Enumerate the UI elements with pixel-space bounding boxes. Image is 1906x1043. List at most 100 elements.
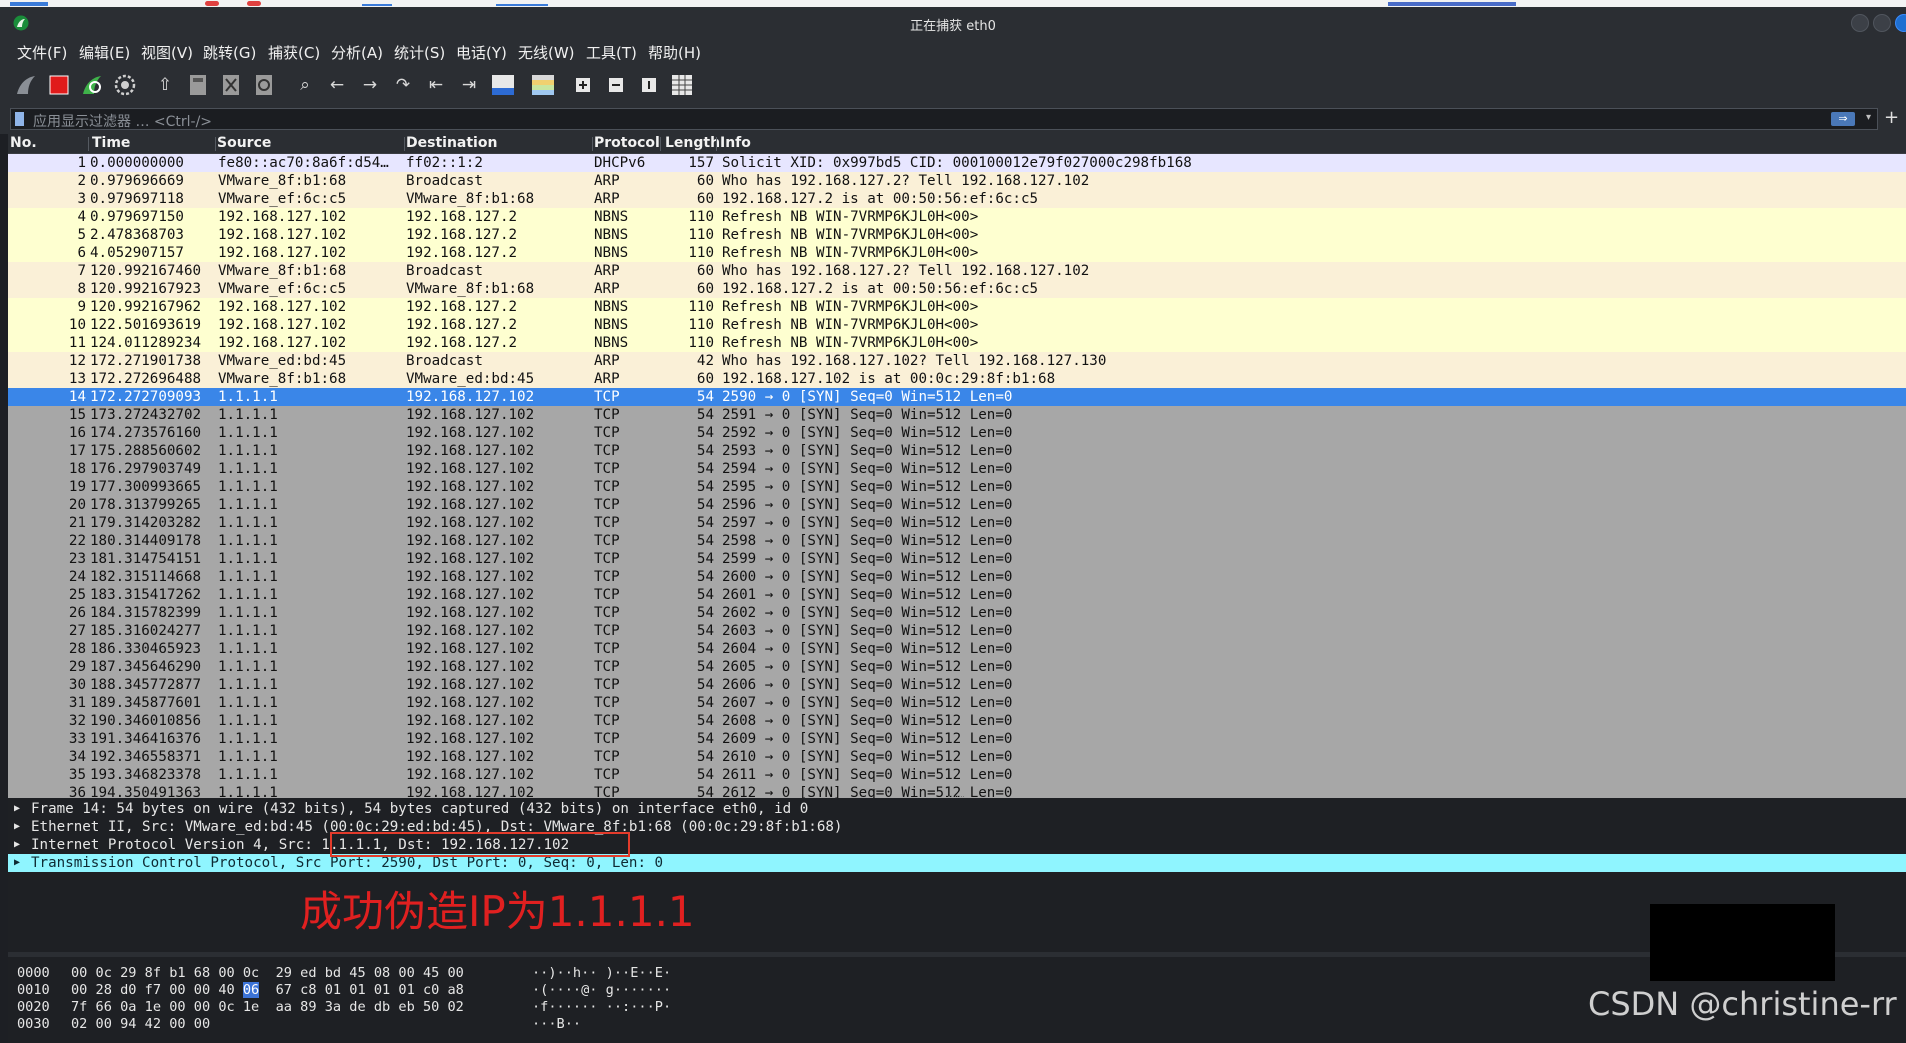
packet-list[interactable]: 1 0.000000000 fe80::ac70:8a6f:d54… ff02::1:…	[8, 154, 1906, 798]
packet-row[interactable]: 3 0.979697118 VMware_ef:6c:c5 VMware_8f:b1:…	[8, 190, 1906, 208]
display-filter-input[interactable]: 应用显示过滤器 … <Ctrl-/> ⇒ ▾	[10, 108, 1878, 130]
packet-row[interactable]: 10 122.501693619 192.168.127.102 192.168.12…	[8, 316, 1906, 334]
restart-capture-icon[interactable]	[79, 72, 105, 98]
maximize-window-button[interactable]	[1873, 14, 1891, 32]
filter-bookmark-icon[interactable]	[15, 112, 24, 126]
packet-row[interactable]: 22 180.314409178 1.1.1.1 192.168.127.102 TCP…	[8, 532, 1906, 550]
bytes-hex[interactable]: 7f 66 0a 1e 00 00 0c 1e aa 89 3a de db e…	[71, 999, 464, 1016]
auto-scroll-icon[interactable]	[490, 72, 516, 98]
menu-file[interactable]: 文件(F)	[17, 42, 67, 63]
menu-analyze[interactable]: 分析(A)	[331, 42, 383, 63]
packet-row[interactable]: 24 182.315114668 1.1.1.1 192.168.127.102 TCP…	[8, 568, 1906, 586]
resize-columns-icon[interactable]	[669, 72, 695, 98]
menu-wireless[interactable]: 无线(W)	[518, 42, 575, 63]
packet-info: 2612 → 0 [SYN] Seq=0 Win=512 Len=0	[722, 785, 1013, 798]
expand-arrow-icon[interactable]: ▶	[14, 836, 20, 854]
minimize-window-button[interactable]	[1851, 14, 1869, 32]
colorize-icon[interactable]	[530, 72, 556, 98]
expand-arrow-icon[interactable]: ▶	[14, 854, 20, 872]
packet-row[interactable]: 25 183.315417262 1.1.1.1 192.168.127.102 TCP…	[8, 586, 1906, 604]
expand-arrow-icon[interactable]: ▶	[14, 800, 20, 818]
menu-edit[interactable]: 编辑(E)	[79, 42, 130, 63]
go-forward-icon[interactable]: →	[357, 72, 383, 98]
stop-capture-icon[interactable]	[46, 72, 72, 98]
packet-row[interactable]: 16 174.273576160 1.1.1.1 192.168.127.102 TCP…	[8, 424, 1906, 442]
close-file-icon[interactable]	[218, 72, 244, 98]
packet-row[interactable]: 34 192.346558371 1.1.1.1 192.168.127.102 TCP…	[8, 748, 1906, 766]
packet-row[interactable]: 29 187.345646290 1.1.1.1 192.168.127.102 TCP…	[8, 658, 1906, 676]
packet-row[interactable]: 28 186.330465923 1.1.1.1 192.168.127.102 TCP…	[8, 640, 1906, 658]
detail-row-tcp[interactable]: ▶ Transmission Control Protocol, Src Por…	[8, 854, 1906, 872]
menu-statistics[interactable]: 统计(S)	[394, 42, 445, 63]
packet-row[interactable]: 4 0.979697150 192.168.127.102 192.168.127.2…	[8, 208, 1906, 226]
go-to-packet-icon[interactable]: ↷	[390, 72, 416, 98]
packet-row[interactable]: 31 189.345877601 1.1.1.1 192.168.127.102 TCP…	[8, 694, 1906, 712]
find-packet-icon[interactable]: ⌕	[292, 72, 318, 98]
first-packet-icon[interactable]: ⇤	[423, 72, 449, 98]
apply-filter-arrow-icon[interactable]: ⇒	[1831, 112, 1855, 126]
packet-protocol: TCP	[594, 551, 620, 567]
reload-file-icon[interactable]	[251, 72, 277, 98]
packet-row[interactable]: 12 172.271901738 VMware_ed:bd:45 Broadcast A…	[8, 352, 1906, 370]
packet-row[interactable]: 17 175.288560602 1.1.1.1 192.168.127.102 TCP…	[8, 442, 1906, 460]
detail-row-frame[interactable]: ▶ Frame 14: 54 bytes on wire (432 bits),…	[8, 800, 1906, 818]
zoom-in-icon[interactable]	[570, 72, 596, 98]
column-header-source[interactable]: Source	[217, 135, 271, 151]
detail-row-ipv4[interactable]: ▶ Internet Protocol Version 4, Src: 1.1.…	[8, 836, 1906, 854]
bytes-ascii[interactable]: ··)··h·· )··E··E·	[532, 965, 671, 982]
packet-row[interactable]: 23 181.314754151 1.1.1.1 192.168.127.102 TCP…	[8, 550, 1906, 568]
menu-view[interactable]: 视图(V)	[141, 42, 193, 63]
column-header-time[interactable]: Time	[92, 135, 130, 151]
column-header-length[interactable]: Length	[665, 135, 720, 151]
packet-row[interactable]: 35 193.346823378 1.1.1.1 192.168.127.102 TCP…	[8, 766, 1906, 784]
menu-help[interactable]: 帮助(H)	[648, 42, 701, 63]
close-window-button[interactable]	[1895, 14, 1906, 32]
packet-row[interactable]: 15 173.272432702 1.1.1.1 192.168.127.102 TCP…	[8, 406, 1906, 424]
packet-row[interactable]: 18 176.297903749 1.1.1.1 192.168.127.102 TCP…	[8, 460, 1906, 478]
bytes-hex[interactable]: 00 28 d0 f7 00 00 40 06 67 c8 01 01 01 0…	[71, 982, 464, 999]
shark-fin-start-icon[interactable]	[13, 72, 39, 98]
packet-row[interactable]: 9 120.992167962 192.168.127.102 192.168.127…	[8, 298, 1906, 316]
packet-row[interactable]: 27 185.316024277 1.1.1.1 192.168.127.102 TCP…	[8, 622, 1906, 640]
packet-row[interactable]: 32 190.346010856 1.1.1.1 192.168.127.102 TCP…	[8, 712, 1906, 730]
menu-capture[interactable]: 捕获(C)	[268, 42, 320, 63]
open-file-icon[interactable]: ⇧	[152, 72, 178, 98]
packet-row[interactable]: 2 0.979696669 VMware_8f:b1:68 Broadcast ARP 6…	[8, 172, 1906, 190]
packet-row[interactable]: 5 2.478368703 192.168.127.102 192.168.127.2…	[8, 226, 1906, 244]
packet-row[interactable]: 33 191.346416376 1.1.1.1 192.168.127.102 TCP…	[8, 730, 1906, 748]
packet-row[interactable]: 20 178.313799265 1.1.1.1 192.168.127.102 TCP…	[8, 496, 1906, 514]
column-header-protocol[interactable]: Protocol	[594, 135, 660, 151]
filter-history-chevron-down-icon[interactable]: ▾	[1866, 112, 1871, 123]
expand-arrow-icon[interactable]: ▶	[14, 818, 20, 836]
bytes-ascii[interactable]: ···B··	[532, 1016, 581, 1033]
packet-row[interactable]: 19 177.300993665 1.1.1.1 192.168.127.102 TCP…	[8, 478, 1906, 496]
normal-size-icon[interactable]	[636, 72, 662, 98]
bytes-hex[interactable]: 00 0c 29 8f b1 68 00 0c 29 ed bd 45 08 0…	[71, 965, 464, 982]
go-back-icon[interactable]: ←	[324, 72, 350, 98]
packet-row[interactable]: 7 120.992167460 VMware_8f:b1:68 Broadcast AR…	[8, 262, 1906, 280]
bytes-hex[interactable]: 02 00 94 42 00 00	[71, 1016, 210, 1033]
packet-row-selected[interactable]: 14 172.272709093 1.1.1.1 192.168.127.102 TCP…	[8, 388, 1906, 406]
menu-go[interactable]: 跳转(G)	[203, 42, 256, 63]
packet-row[interactable]: 11 124.011289234 192.168.127.102 192.168.12…	[8, 334, 1906, 352]
column-header-destination[interactable]: Destination	[406, 135, 497, 151]
packet-row[interactable]: 26 184.315782399 1.1.1.1 192.168.127.102 TCP…	[8, 604, 1906, 622]
detail-row-ethernet[interactable]: ▶ Ethernet II, Src: VMware_ed:bd:45 (00:…	[8, 818, 1906, 836]
packet-row[interactable]: 21 179.314203282 1.1.1.1 192.168.127.102 TCP…	[8, 514, 1906, 532]
packet-row[interactable]: 1 0.000000000 fe80::ac70:8a6f:d54… ff02::1:…	[8, 154, 1906, 172]
column-header-info[interactable]: Info	[720, 135, 751, 151]
packet-row[interactable]: 13 172.272696488 VMware_8f:b1:68 VMware_ed:…	[8, 370, 1906, 388]
zoom-out-icon[interactable]	[603, 72, 629, 98]
capture-options-icon[interactable]	[112, 72, 138, 98]
last-packet-icon[interactable]: ⇥	[456, 72, 482, 98]
bytes-ascii[interactable]: ·(····@· g·······	[532, 982, 671, 999]
save-file-icon[interactable]	[185, 72, 211, 98]
add-filter-button-plus-icon[interactable]: +	[1884, 107, 1899, 128]
menu-tools[interactable]: 工具(T)	[586, 42, 637, 63]
menu-telephony[interactable]: 电话(Y)	[456, 42, 507, 63]
packet-row[interactable]: 6 4.052907157 192.168.127.102 192.168.127.2…	[8, 244, 1906, 262]
column-header-no[interactable]: No.	[10, 135, 37, 151]
bytes-ascii[interactable]: ·f······ ··:···P·	[532, 999, 671, 1016]
packet-row[interactable]: 8 120.992167923 VMware_ef:6c:c5 VMware_8f:b…	[8, 280, 1906, 298]
packet-row[interactable]: 30 188.345772877 1.1.1.1 192.168.127.102 TCP…	[8, 676, 1906, 694]
